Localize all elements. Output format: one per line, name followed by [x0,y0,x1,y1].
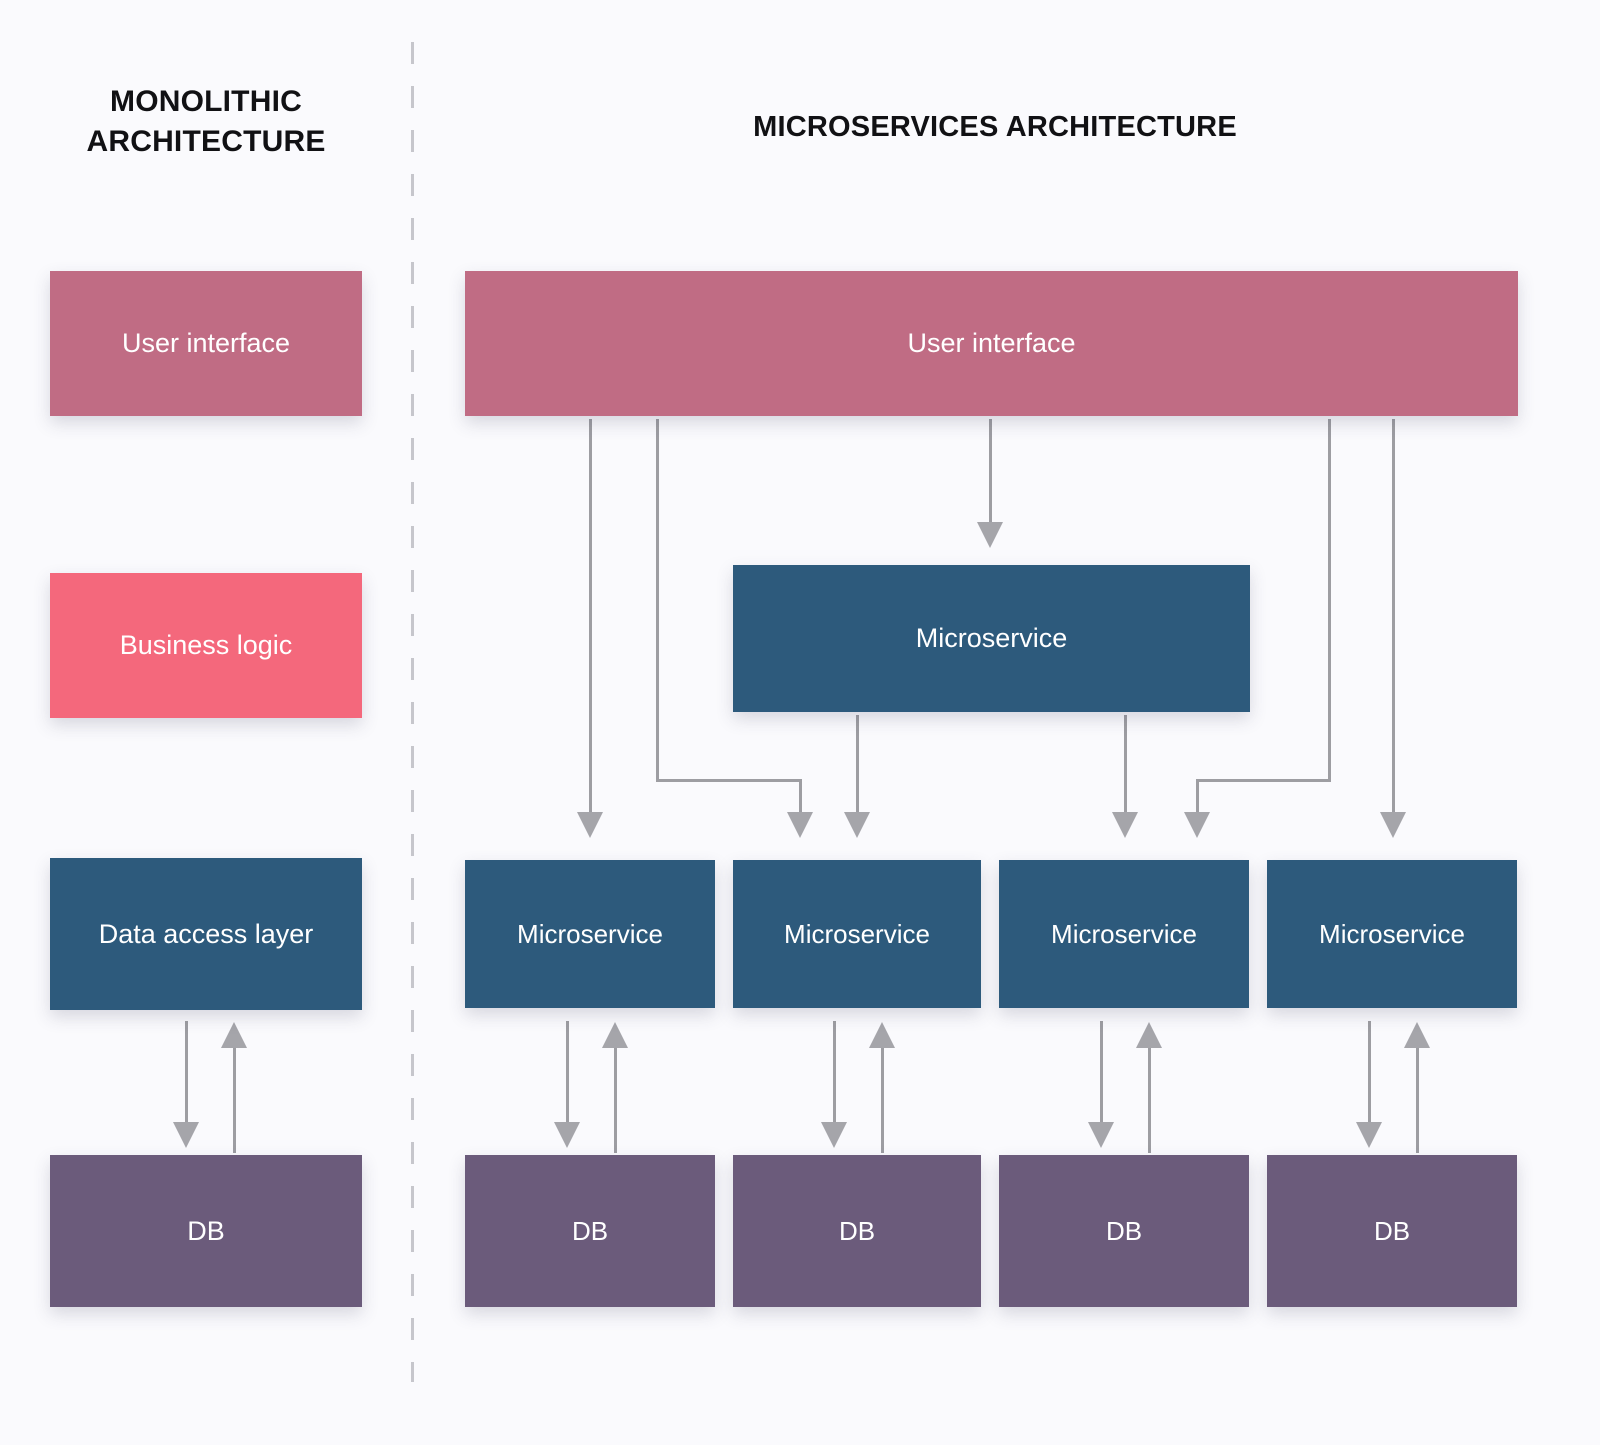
top-service-to-service-3-line [1124,715,1127,819]
ui-to-service-2-vline-a [656,419,659,782]
micro-db-label-2: DB [838,1215,876,1246]
micro-top-service-label: Microservice [915,623,1068,653]
micro-db-label-4: DB [1373,1215,1411,1246]
microservices-panel-title: MICROSERVICES ARCHITECTURE [753,111,1237,143]
micro-user-interface-box: User interface [465,271,1518,416]
db-4-to-service-4-line [1416,1048,1419,1153]
service-2-to-db-2-arrowhead [821,1122,847,1148]
mono-db-to-dal-line [233,1048,236,1153]
mono-business-logic-box: Business logic [50,573,362,718]
micro-db-box-4: DB [1267,1155,1517,1307]
ui-to-service-3-arrowhead [1184,812,1210,838]
ui-to-top-service-arrowhead [977,522,1003,548]
db-1-to-service-1-arrowhead [602,1022,628,1048]
micro-service-box-2: Microservice [733,860,981,1008]
micro-service-label-2: Microservice [784,918,930,949]
ui-to-service-3-vline-a [1328,419,1331,782]
db-2-to-service-2-line [881,1048,884,1153]
panel-divider [411,42,414,1382]
architecture-diagram: MONOLITHIC ARCHITECTURE MICROSERVICES AR… [0,0,1600,1445]
mono-dal-to-db-line [185,1021,188,1131]
micro-service-label-4: Microservice [1319,918,1465,949]
mono-business-logic-label: Business logic [119,630,293,660]
service-4-to-db-4-line [1368,1021,1371,1131]
db-3-to-service-3-line [1148,1048,1151,1153]
micro-db-box-2: DB [733,1155,981,1307]
micro-service-label-1: Microservice [517,918,663,949]
service-1-to-db-1-arrowhead [554,1122,580,1148]
top-service-to-service-2-line [856,715,859,819]
db-1-to-service-1-line [614,1048,617,1153]
ui-to-service-2-hline [656,779,802,782]
mono-db-box: DB [50,1155,362,1307]
micro-db-label-3: DB [1105,1215,1143,1246]
micro-service-label-3: Microservice [1051,918,1197,949]
service-1-to-db-1-line [566,1021,569,1131]
service-4-to-db-4-arrowhead [1356,1122,1382,1148]
service-2-to-db-2-line [833,1021,836,1131]
micro-user-interface-label: User interface [907,328,1076,358]
ui-to-service-3-hline [1196,779,1331,782]
mono-db-to-dal-arrowhead [221,1022,247,1048]
mono-data-access-layer-box: Data access layer [50,858,362,1010]
mono-user-interface-box: User interface [50,271,362,416]
db-3-to-service-3-arrowhead [1136,1022,1162,1048]
top-service-to-service-2-arrowhead [844,812,870,838]
micro-service-box-4: Microservice [1267,860,1517,1008]
ui-to-service-1-arrowhead [577,812,603,838]
ui-to-service-1-line [589,419,592,819]
ui-to-top-service-line [989,419,992,529]
micro-service-box-3: Microservice [999,860,1249,1008]
mono-user-interface-label: User interface [121,328,291,358]
micro-db-label-1: DB [571,1215,609,1246]
mono-data-access-layer-label: Data access layer [98,918,314,949]
micro-db-box-1: DB [465,1155,715,1307]
micro-top-service-box: Microservice [733,565,1250,712]
ui-to-service-4-line [1392,419,1395,819]
ui-to-service-4-arrowhead [1380,812,1406,838]
mono-db-label: DB [187,1215,225,1246]
mono-dal-to-db-arrowhead [173,1122,199,1148]
ui-to-service-2-arrowhead [787,812,813,838]
db-4-to-service-4-arrowhead [1404,1022,1430,1048]
service-3-to-db-3-line [1100,1021,1103,1131]
top-service-to-service-3-arrowhead [1112,812,1138,838]
db-2-to-service-2-arrowhead [869,1022,895,1048]
monolithic-panel-title: MONOLITHIC ARCHITECTURE [86,85,326,158]
micro-db-box-3: DB [999,1155,1249,1307]
service-3-to-db-3-arrowhead [1088,1122,1114,1148]
micro-service-box-1: Microservice [465,860,715,1008]
